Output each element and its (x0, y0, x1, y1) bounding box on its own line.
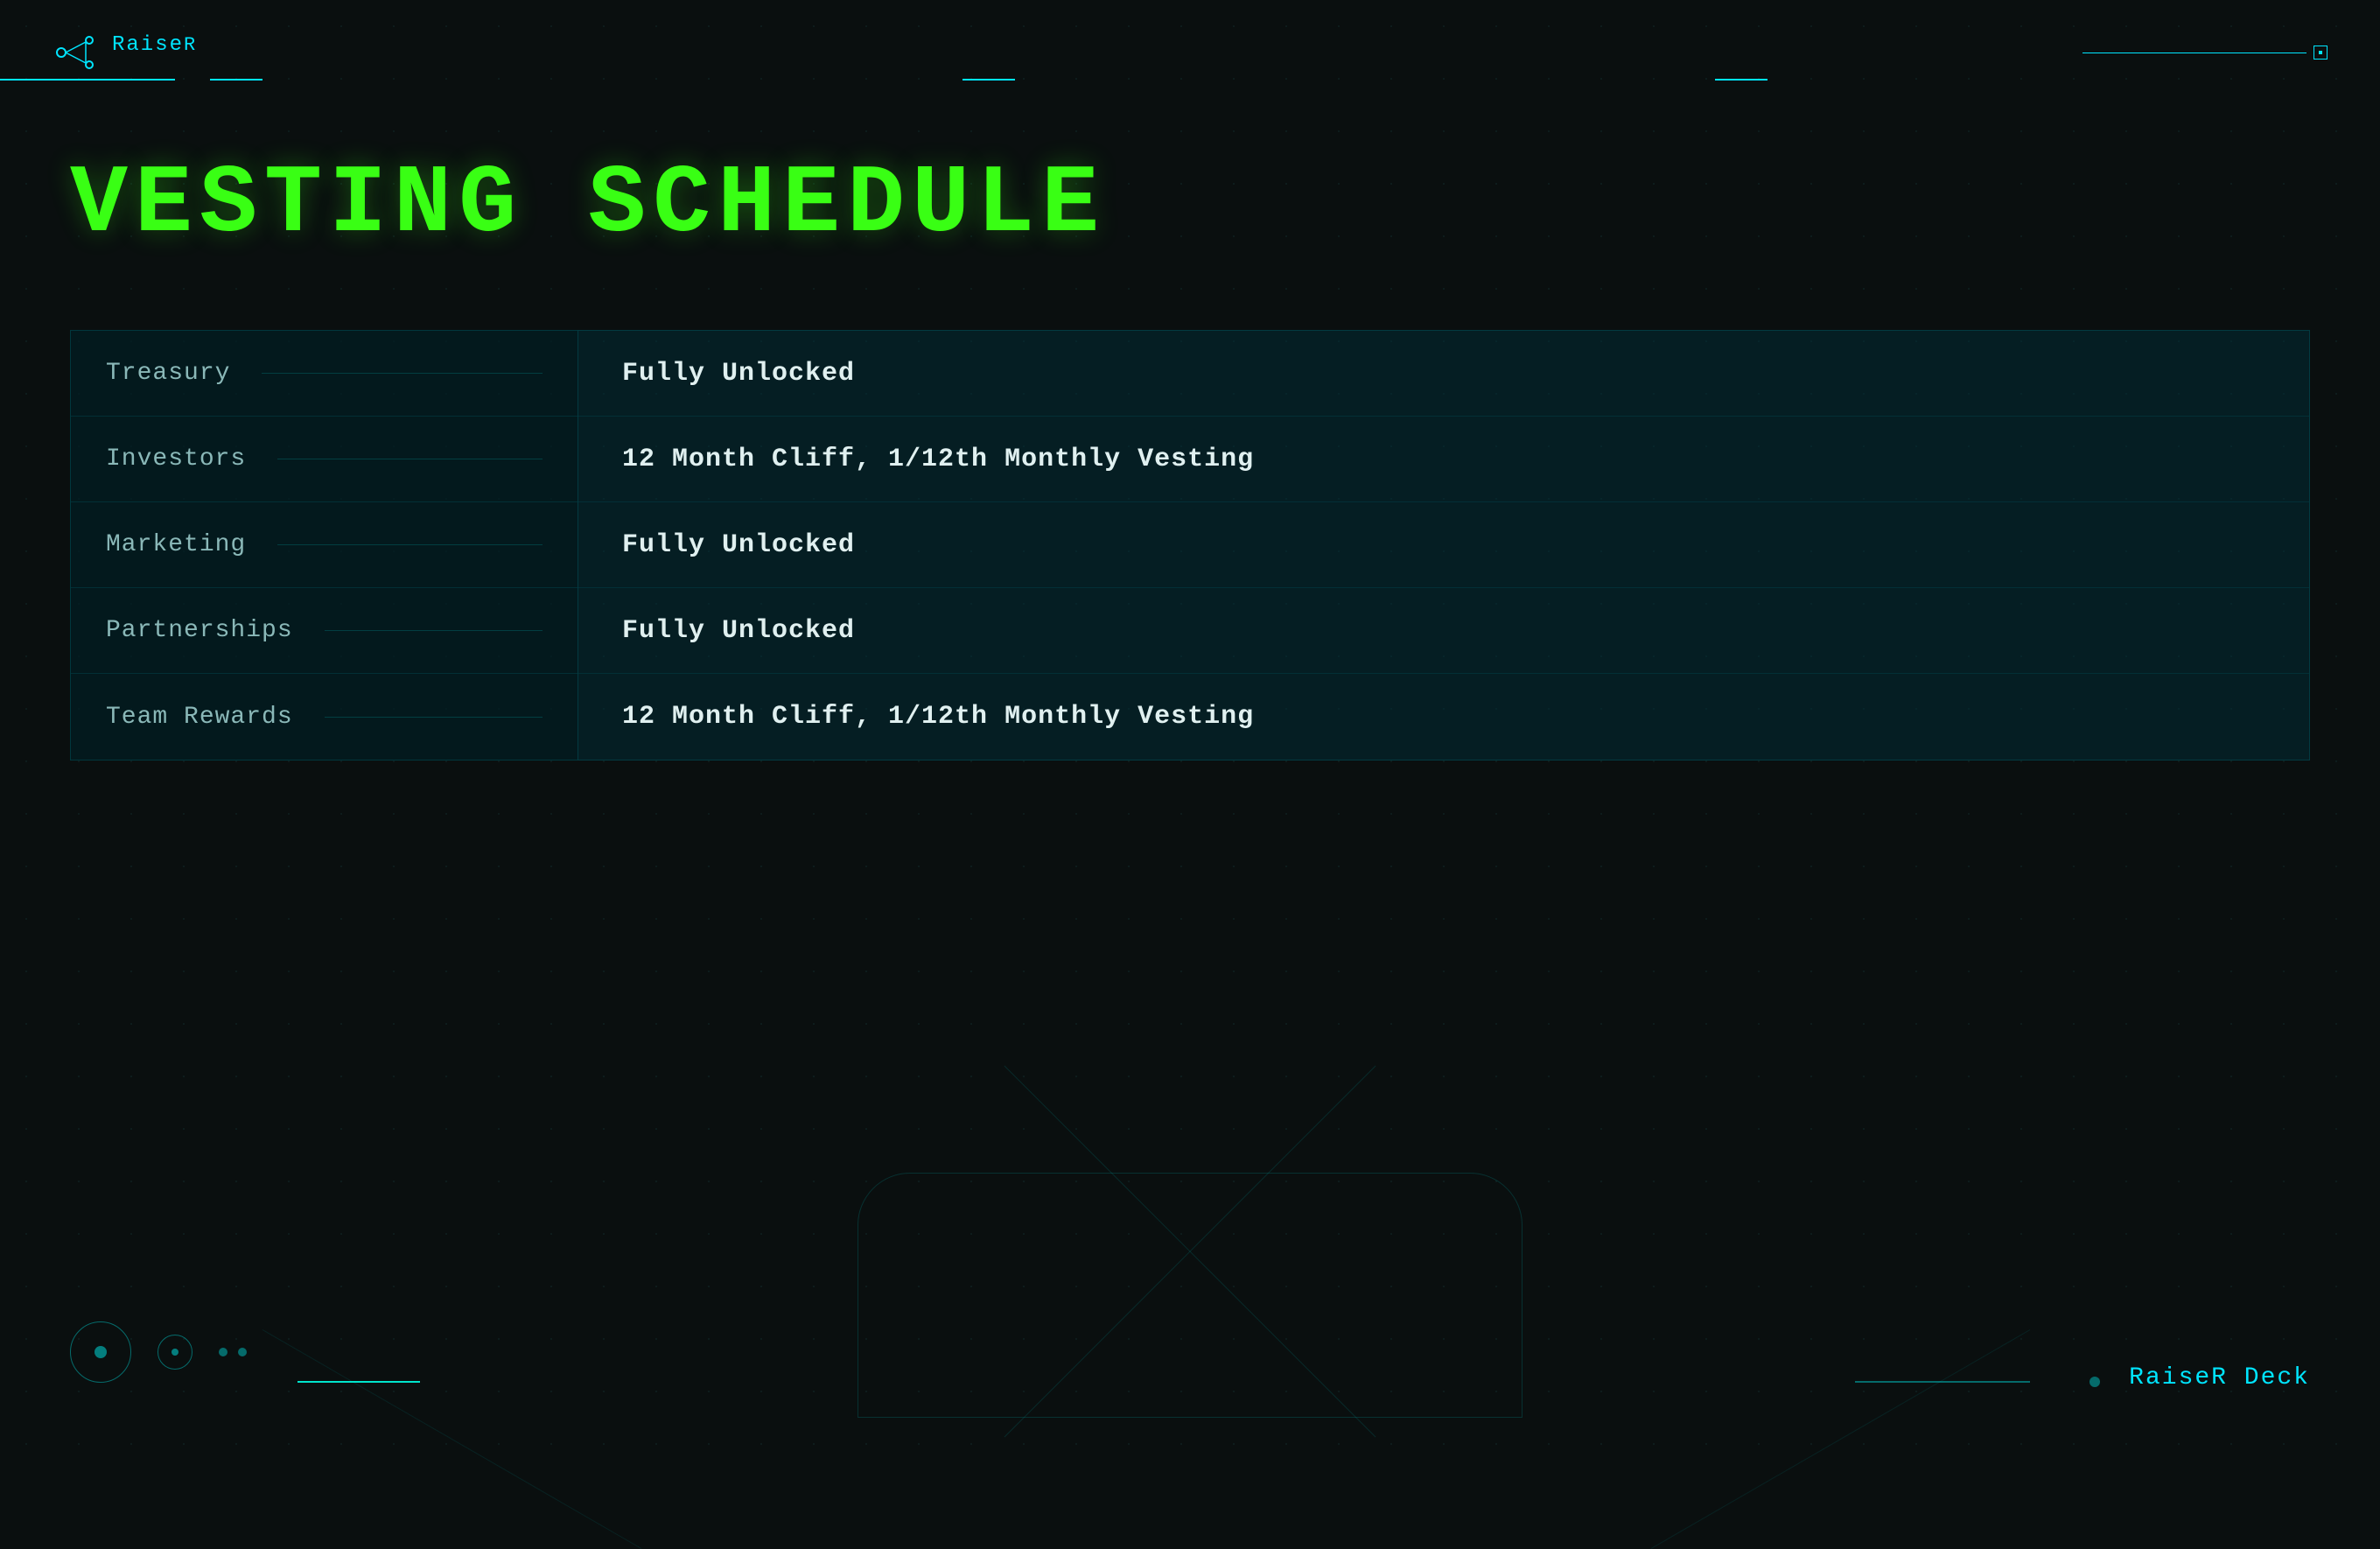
category-line (325, 630, 542, 631)
logo-icon (52, 30, 98, 75)
vesting-item: Fully Unlocked (578, 331, 2309, 417)
header: RaiseR (0, 0, 2380, 79)
footer-brand-label: RaiseR Deck (2129, 1364, 2310, 1391)
bottom-line-left (298, 1381, 420, 1383)
bottom-left-circles (70, 1321, 247, 1383)
vesting-text: 12 Month Cliff, 1/12th Monthly Vesting (622, 445, 1254, 474)
top-separator (0, 79, 2380, 81)
header-dot (2314, 46, 2328, 60)
category-line (277, 544, 542, 545)
bottom-decoration: RaiseR Deck (0, 1103, 2380, 1470)
left-panel: Treasury Investors Marketing Partnerships Te… (70, 330, 578, 760)
category-item: Treasury (71, 331, 578, 417)
logo-text: RaiseR (112, 33, 197, 73)
circle-outer-dot (94, 1346, 107, 1358)
page-title: VESTING SCHEDULE (70, 151, 2380, 260)
bottom-dots (219, 1348, 247, 1356)
vesting-item: 12 Month Cliff, 1/12th Monthly Vesting (578, 674, 2309, 760)
category-label: Investors (106, 445, 246, 473)
bottom-rect (858, 1173, 1522, 1418)
logo-area: RaiseR (52, 30, 197, 75)
category-label: Treasury (106, 360, 230, 387)
header-right (2082, 40, 2328, 65)
main-content: Treasury Investors Marketing Partnerships Te… (70, 330, 2310, 760)
category-label: Partnerships (106, 617, 293, 644)
bottom-dot-1 (219, 1348, 228, 1356)
bottom-dot-2 (238, 1348, 247, 1356)
category-item: Marketing (71, 502, 578, 588)
category-item: Team Rewards (71, 674, 578, 760)
vesting-text: Fully Unlocked (622, 616, 855, 646)
bottom-line-right-dot (2090, 1377, 2100, 1387)
category-label: Team Rewards (106, 704, 293, 731)
geo-line-1 (262, 1329, 642, 1549)
category-label: Marketing (106, 531, 246, 558)
category-line (325, 717, 542, 718)
sep-dash-3 (1715, 79, 1768, 81)
circle-outer (70, 1321, 131, 1383)
geo-line-2 (1651, 1329, 2031, 1549)
sep-dash-1 (210, 79, 262, 81)
header-dot-inner (2319, 51, 2322, 54)
sep-dash-2 (962, 79, 1015, 81)
vesting-item: Fully Unlocked (578, 502, 2309, 588)
category-line (262, 373, 542, 374)
vesting-text: Fully Unlocked (622, 359, 855, 389)
vesting-item: Fully Unlocked (578, 588, 2309, 674)
right-panel: Fully Unlocked 12 Month Cliff, 1/12th Mon… (578, 330, 2310, 760)
category-item: Investors (71, 417, 578, 502)
vesting-text: Fully Unlocked (622, 530, 855, 560)
vesting-item: 12 Month Cliff, 1/12th Monthly Vesting (578, 417, 2309, 502)
category-item: Partnerships (71, 588, 578, 674)
vesting-text: 12 Month Cliff, 1/12th Monthly Vesting (622, 702, 1254, 732)
circle-inner-dot (172, 1349, 178, 1356)
bottom-line-right (1855, 1381, 2030, 1383)
header-indicator (2082, 40, 2328, 65)
circle-inner (158, 1335, 192, 1370)
sep-line-left (0, 79, 175, 81)
